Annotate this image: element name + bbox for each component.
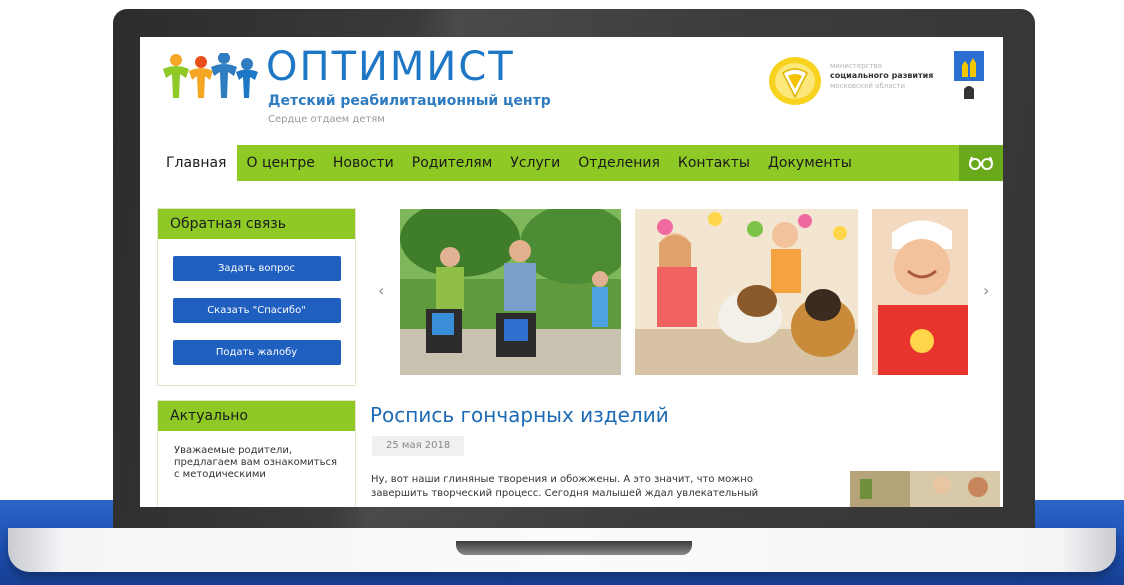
slide-image-2[interactable] bbox=[635, 209, 858, 375]
actual-box: Актуально Уважаемые родители, предлагаем… bbox=[157, 400, 356, 507]
slide-image-3[interactable] bbox=[872, 209, 968, 375]
chevron-right-icon: › bbox=[983, 281, 990, 300]
ministry-line-2: социального развития bbox=[830, 71, 934, 80]
say-thanks-button[interactable]: Сказать "Спасибо" bbox=[172, 298, 341, 323]
coat-of-arms-icon bbox=[954, 51, 984, 107]
slide-image-1[interactable] bbox=[400, 209, 621, 375]
nav-item-home[interactable]: Главная bbox=[155, 145, 238, 181]
nav-item-documents[interactable]: Документы bbox=[759, 145, 861, 181]
laptop-base-notch bbox=[456, 541, 692, 555]
slider-next-button[interactable]: › bbox=[983, 281, 989, 300]
ministry-line-3: московской области bbox=[830, 82, 906, 90]
ministry-label: министерство социального развития москов… bbox=[830, 61, 942, 91]
site-motto: Сердце отдаем детям bbox=[268, 114, 385, 125]
article-title[interactable]: Роспись гончарных изделий bbox=[370, 403, 669, 427]
nav-item-departments[interactable]: Отделения bbox=[569, 145, 669, 181]
feedback-title: Обратная связь bbox=[158, 209, 355, 239]
nav-item-parents[interactable]: Родителям bbox=[403, 145, 502, 181]
ministry-line-1: министерство bbox=[830, 62, 882, 70]
logo-icon[interactable] bbox=[160, 53, 260, 103]
file-complaint-button[interactable]: Подать жалобу bbox=[172, 340, 341, 365]
actual-text[interactable]: Уважаемые родители, предлагаем вам ознак… bbox=[158, 431, 355, 481]
glasses-icon bbox=[969, 156, 993, 170]
ask-question-button[interactable]: Задать вопрос bbox=[172, 256, 341, 281]
website-screen: ОПТИМИСТ Детский реабилитационный центр … bbox=[140, 37, 1003, 507]
slider-prev-button[interactable]: ‹ bbox=[378, 281, 384, 300]
accessibility-toggle[interactable] bbox=[959, 145, 1003, 181]
article-text: Ну, вот наши глиняные творения и обожжен… bbox=[371, 474, 759, 499]
site-brand[interactable]: ОПТИМИСТ bbox=[266, 45, 515, 89]
actual-title: Актуально bbox=[158, 401, 355, 431]
nav-item-about[interactable]: О центре bbox=[237, 145, 323, 181]
chevron-left-icon: ‹ bbox=[378, 281, 385, 300]
article-date: 25 мая 2018 bbox=[372, 436, 465, 456]
nav-item-news[interactable]: Новости bbox=[324, 145, 403, 181]
ministry-emblem-icon[interactable] bbox=[766, 55, 824, 107]
site-subtitle: Детский реабилитационный центр bbox=[268, 93, 551, 109]
nav-item-services[interactable]: Услуги bbox=[501, 145, 569, 181]
main-nav: Главная О центре Новости Родителям Услуг… bbox=[155, 145, 1003, 181]
feedback-box: Обратная связь Задать вопрос Сказать "Сп… bbox=[157, 208, 356, 386]
nav-item-contacts[interactable]: Контакты bbox=[669, 145, 759, 181]
article-thumbnail[interactable] bbox=[850, 471, 1000, 507]
